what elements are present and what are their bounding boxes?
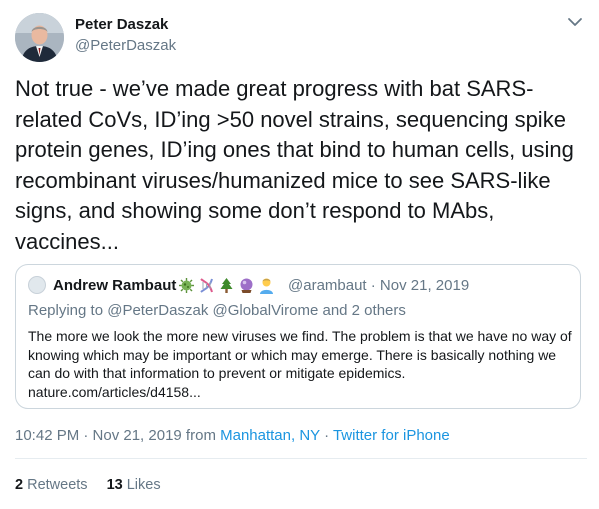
replying-prefix: Replying to [28, 302, 108, 319]
quoted-handle-date: @arambaut · Nov 21, 2019 [288, 277, 470, 294]
tweet-timestamp[interactable]: 10:42 PM · Nov 21, 2019 from [15, 427, 220, 444]
microbe-icon [178, 277, 195, 294]
dna-icon [198, 277, 215, 294]
evergreen-tree-icon [218, 277, 235, 294]
tweet-meta: 10:42 PM · Nov 21, 2019 from Manhattan, … [15, 427, 450, 444]
retweets-count: 2 [15, 477, 24, 493]
tweet-text: Not true - we’ve made great progress wit… [15, 76, 581, 254]
likes-label: Likes [126, 477, 161, 493]
quoted-author-avatar [28, 276, 46, 294]
retweets-label: Retweets [27, 477, 88, 493]
quoted-author-name: Andrew Rambaut [53, 277, 177, 294]
author-name[interactable]: Peter Daszak [75, 16, 168, 33]
quoted-name-emojis [178, 276, 275, 294]
meta-separator: · [319, 427, 333, 444]
tweet-card: Peter Daszak @PeterDaszak Not true - we’… [0, 0, 599, 509]
person-icon [258, 277, 275, 294]
quoted-tweet-text: The more we look the more new viruses we… [28, 328, 572, 400]
chevron-down-icon[interactable] [566, 15, 584, 29]
replying-suffix: and 2 others [318, 302, 406, 319]
tweet-stats: 2 Retweets 13 Likes [15, 477, 180, 493]
retweets-stat[interactable]: 2 Retweets [15, 477, 88, 493]
divider [15, 458, 587, 459]
likes-stat[interactable]: 13 Likes [107, 477, 161, 493]
location-link[interactable]: Manhattan, NY [220, 427, 320, 444]
author-avatar[interactable] [15, 13, 64, 62]
likes-count: 13 [106, 477, 123, 493]
quoted-replying-to: Replying to @PeterDaszak @GlobalVirome a… [28, 302, 406, 319]
quoted-tweet[interactable]: Andrew Rambaut @arambaut · Nov 21, 2019 … [15, 264, 581, 409]
crystal-ball-icon [238, 277, 255, 294]
source-link[interactable]: Twitter for iPhone [333, 427, 450, 444]
author-handle[interactable]: @PeterDaszak [75, 37, 176, 54]
replying-users[interactable]: @PeterDaszak @GlobalVirome [107, 302, 318, 319]
